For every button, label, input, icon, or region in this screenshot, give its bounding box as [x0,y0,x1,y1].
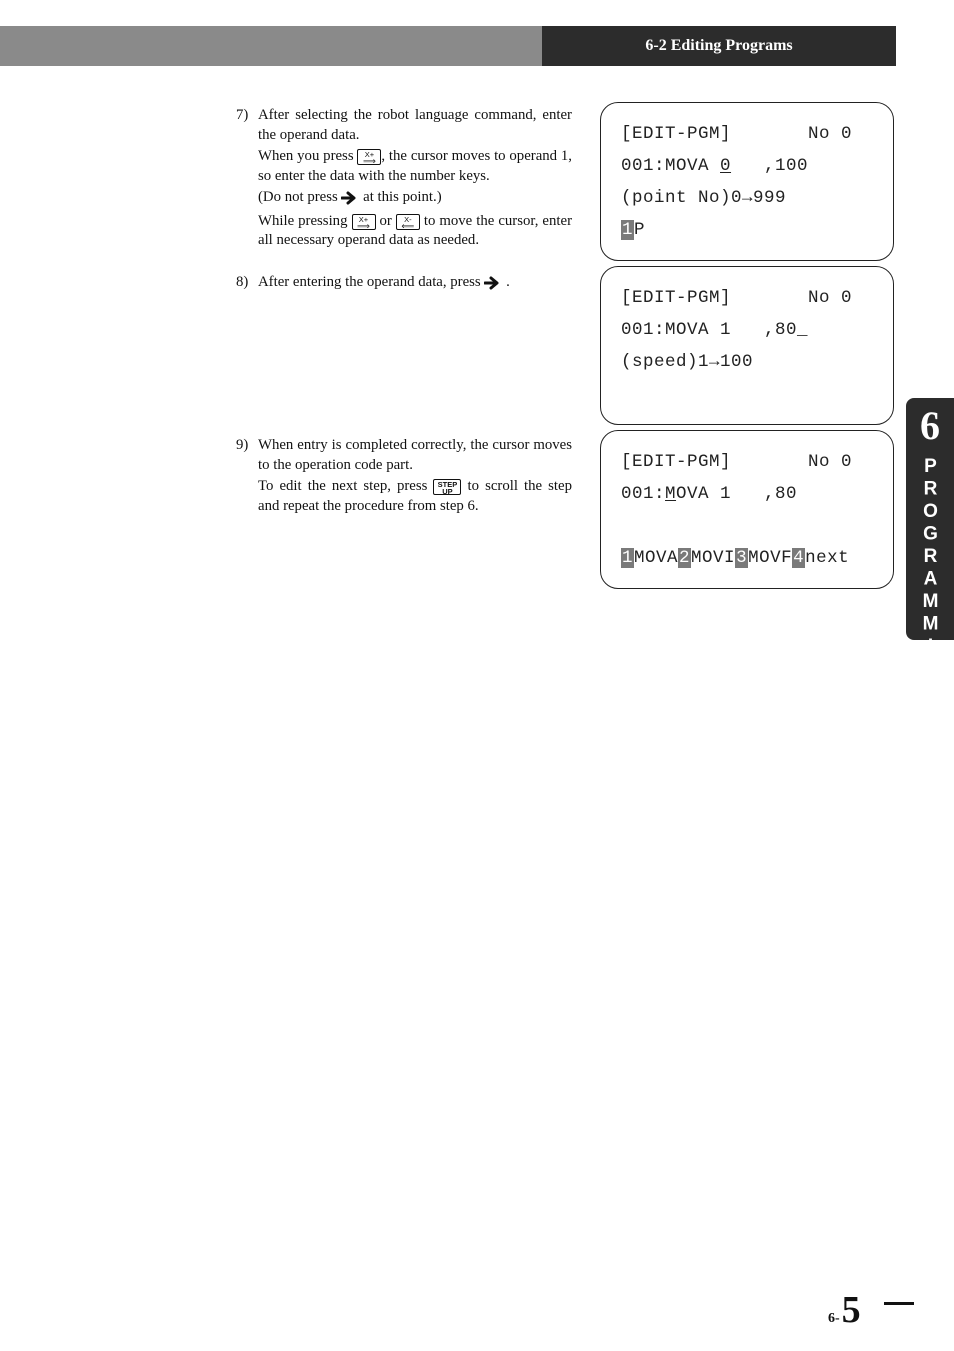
text-run: OVA 1 ,80 [676,484,797,504]
x-plus-key-icon: X+⟹ [352,214,376,230]
text-run: at this point.) [359,189,441,205]
step-body: After selecting the robot language comma… [258,106,572,251]
highlight-run: 1 [621,220,634,240]
lcd-row: 001:MOVA 1 ,80_ [621,315,875,347]
text-run: To edit the next step, press [258,478,433,494]
text-run: 001:MOVA [621,156,720,176]
bold-right-arrow-icon [341,190,359,210]
text-run: or [376,213,396,229]
chapter-tab: 6 PROGRAMMING [906,398,954,640]
page-rule [884,1302,914,1305]
lcd-row: (point No)0→999 [621,183,875,215]
step-number: 7) [236,106,258,251]
page-header: 6-2 Editing Programs [0,26,896,66]
text-run: P [634,220,645,240]
highlight-run: 3 [735,548,748,568]
step-text: (Do not press at this point.) [258,188,572,210]
chapter-number: 6 [920,408,940,444]
step-text: After entering the operand data, press . [258,273,572,295]
step-number: 9) [236,436,258,516]
highlight-run: 4 [792,548,805,568]
lcd-row: (speed)1→100 [621,347,875,379]
key-label: UP [434,488,460,495]
bold-right-arrow-icon [484,275,502,295]
lcd-row [621,511,875,543]
step-up-key-icon: STEPUP [433,479,461,495]
key-arrow: ⟹ [358,158,380,164]
step-text: To edit the next step, press STEPUP to s… [258,477,572,516]
lcd-row: 001:MOVA 1 ,80 [621,479,875,511]
lcd-row: 001:MOVA 0 ,100 [621,151,875,183]
highlight-run: 2 [678,548,691,568]
text-run: MOVI [691,548,735,568]
step-text: When entry is completed correctly, the c… [258,436,572,475]
text-run: 001: [621,484,665,504]
text-run: After entering the operand data, press [258,274,484,290]
header-grey-band [0,26,542,66]
lcd-row: [EDIT-PGM] No 0 [621,447,875,479]
text-run: M [665,484,676,504]
text-run: 0 [720,156,731,176]
section-title: 6-2 Editing Programs [645,37,792,55]
page-num-big: 5 [842,1288,861,1332]
page-number: 6- 5 [828,1288,861,1332]
lcd-display-1: [EDIT-PGM] No 0 001:MOVA 0 ,100 (point N… [600,102,894,261]
text-run: next [805,548,849,568]
chapter-title: PROGRAMMING [919,456,941,704]
step-text: When you press X+⟹, the cursor moves to … [258,147,572,186]
text-run: . [502,274,509,290]
step-number: 8) [236,273,258,295]
step-body: When entry is completed correctly, the c… [258,436,572,516]
text-run: When you press [258,148,357,164]
key-arrow: ⟸ [397,223,419,229]
lcd-row: 1P [621,215,875,247]
x-plus-key-icon: X+⟹ [357,149,381,165]
step-body: After entering the operand data, press . [258,273,572,295]
highlight-run: 1 [621,548,634,568]
lcd-display-3: [EDIT-PGM] No 0 001:MOVA 1 ,80 1MOVA2MOV… [600,430,894,589]
text-run: MOVA [634,548,678,568]
x-minus-key-icon: X-⟸ [396,214,420,230]
lcd-row: 1MOVA2MOVI3MOVF4next [621,543,875,575]
key-arrow: ⟹ [353,223,375,229]
step-text: After selecting the robot language comma… [258,106,572,145]
lcd-row: [EDIT-PGM] No 0 [621,119,875,151]
text-run: While pressing [258,213,352,229]
header-dark-band: 6-2 Editing Programs [542,26,896,66]
text-run: MOVF [748,548,792,568]
step-text: While pressing X+⟹ or X-⟸ to move the cu… [258,212,572,251]
lcd-display-2: [EDIT-PGM] No 0 001:MOVA 1 ,80_ (speed)1… [600,266,894,425]
lcd-row [621,379,875,411]
text-run: (Do not press [258,189,341,205]
lcd-row: [EDIT-PGM] No 0 [621,283,875,315]
text-run: ,100 [731,156,808,176]
page-num-prefix: 6- [828,1311,840,1327]
